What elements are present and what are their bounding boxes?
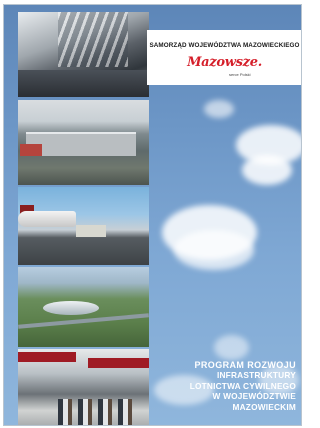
departure-sign xyxy=(88,358,149,368)
photo-aircraft-apron xyxy=(18,187,149,265)
runway xyxy=(18,313,149,329)
terminal-floor xyxy=(18,70,149,97)
terminal-roof xyxy=(43,301,99,315)
region-name: SAMORZĄD WOJEWÓDZTWA MAZOWIECKIEGO xyxy=(149,42,300,49)
red-roof-building xyxy=(20,144,42,156)
document-title: Program rozwoju infrastruktury lotnictwa… xyxy=(154,360,296,412)
photo-checkin-hall xyxy=(18,349,149,425)
glass-roof xyxy=(58,12,128,67)
logo-subtitle: serce Polski xyxy=(229,72,251,77)
photo-terminal-interior xyxy=(18,12,149,97)
departure-sign xyxy=(18,352,76,362)
terminal-building xyxy=(26,132,136,156)
cloud xyxy=(174,230,254,270)
title-line: lotnictwa cywilnego xyxy=(189,380,296,391)
service-vehicle xyxy=(76,225,106,237)
cloud xyxy=(242,155,292,185)
aircraft xyxy=(18,211,76,227)
publisher-header: SAMORZĄD WOJEWÓDZTWA MAZOWIECKIEGO Mazow… xyxy=(147,30,301,85)
mazowsze-logo: Mazowsze. xyxy=(187,55,262,70)
photo-terminal-aerial xyxy=(18,100,149,185)
title-line: infrastruktury xyxy=(216,370,296,381)
title-line: Program rozwoju xyxy=(194,360,296,370)
cloud xyxy=(214,335,249,360)
title-line: w województwie xyxy=(212,391,296,402)
cloud xyxy=(204,100,234,118)
title-line: mazowieckim xyxy=(232,401,296,412)
photo-regional-airport xyxy=(18,267,149,347)
document-cover: SAMORZĄD WOJEWÓDZTWA MAZOWIECKIEGO Mazow… xyxy=(3,4,302,426)
travellers xyxy=(58,399,138,425)
